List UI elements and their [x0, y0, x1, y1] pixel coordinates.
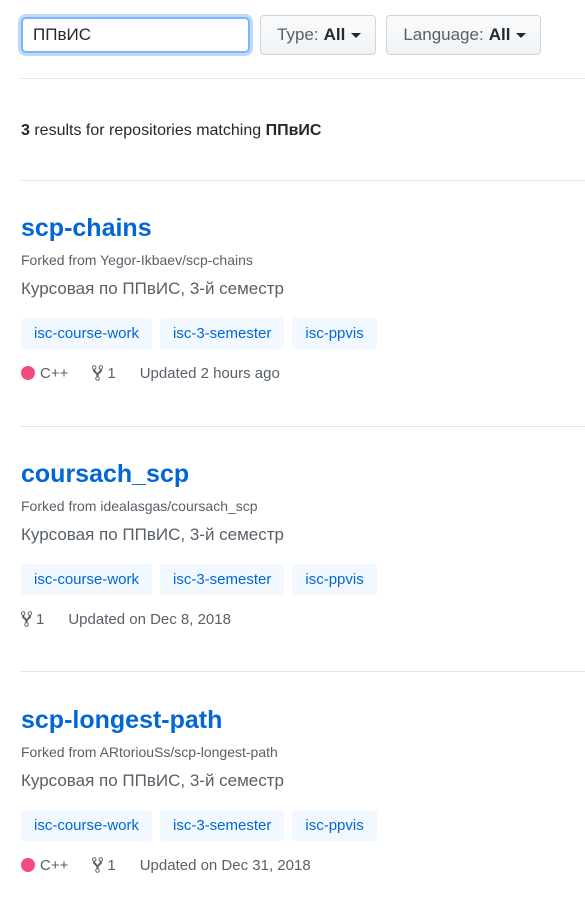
caret-down-icon: [516, 32, 527, 38]
repo-meta: C++ 1 Updated on Dec 31, 2018: [21, 855, 585, 875]
divider: [21, 78, 585, 79]
divider: [21, 671, 585, 672]
results-text: results for repositories matching: [29, 122, 266, 139]
forks-link[interactable]: 1: [21, 610, 44, 628]
forked-from: Forked from ARtoriouSs/scp-longest-path: [21, 743, 585, 761]
divider: [21, 180, 585, 181]
language-filter-label: Language:: [403, 25, 484, 44]
topic-tag[interactable]: isc-ppvis: [292, 564, 377, 595]
updated-time: Updated on Dec 8, 2018: [68, 610, 231, 628]
repo-item: scp-longest-path Forked from ARtoriouSs/…: [21, 705, 585, 875]
forked-from-link[interactable]: ARtoriouSs/scp-longest-path: [100, 744, 278, 760]
language-filter-dropdown[interactable]: Language: All: [386, 15, 542, 55]
search-input[interactable]: [21, 17, 250, 53]
forks-link[interactable]: 1: [92, 856, 116, 874]
forks-count: 1: [107, 856, 116, 874]
repo-name-link[interactable]: scp-chains: [21, 213, 585, 243]
repo-description: Курсовая по ППвИС, 3-й семестр: [21, 525, 285, 544]
forked-prefix: Forked from: [21, 498, 101, 514]
language-name: C++: [40, 364, 69, 382]
fork-icon: [21, 611, 32, 627]
search-toolbar: Type: All Language: All: [21, 15, 542, 55]
forked-prefix: Forked from: [21, 744, 100, 760]
forked-from: Forked from Yegor-Ikbaev/scp-chains: [21, 251, 585, 269]
topic-tag[interactable]: isc-course-work: [21, 318, 153, 349]
repo-language: C++: [21, 365, 68, 382]
topic-list: isc-course-work isc-3-semester isc-ppvis: [21, 318, 585, 349]
language-name: C++: [40, 856, 69, 874]
repo-name-link[interactable]: coursach_scp: [21, 459, 585, 489]
topic-tag[interactable]: isc-course-work: [21, 810, 153, 841]
updated-time: Updated on Dec 31, 2018: [139, 856, 311, 874]
forks-link[interactable]: 1: [92, 364, 116, 382]
type-filter-value: All: [323, 25, 346, 44]
updated-time: Updated 2 hours ago: [139, 364, 280, 382]
repo-name-link[interactable]: scp-longest-path: [21, 705, 585, 735]
forks-count: 1: [107, 364, 116, 382]
topic-list: isc-course-work isc-3-semester isc-ppvis: [21, 564, 585, 595]
forked-from-link[interactable]: Yegor-Ikbaev/scp-chains: [100, 252, 253, 268]
topic-tag[interactable]: isc-ppvis: [292, 810, 377, 841]
repo-item: scp-chains Forked from Yegor-Ikbaev/scp-…: [21, 213, 585, 383]
repo-language: C++: [21, 857, 68, 874]
repo-meta: 1 Updated on Dec 8, 2018: [21, 609, 585, 629]
type-filter-label: Type:: [277, 25, 319, 44]
language-color-dot: [21, 858, 35, 872]
fork-icon: [92, 857, 104, 873]
topic-tag[interactable]: isc-ppvis: [292, 318, 377, 349]
topic-list: isc-course-work isc-3-semester isc-ppvis: [21, 810, 585, 841]
forks-count: 1: [36, 610, 45, 628]
forked-from: Forked from idealasgas/coursach_scp: [21, 497, 585, 515]
forked-from-link[interactable]: idealasgas/coursach_scp: [100, 498, 257, 514]
repo-description: Курсовая по ППвИС, 3-й семестр: [21, 771, 285, 790]
results-summary: 3 results for repositories matching ППвИ…: [21, 122, 321, 140]
divider: [21, 426, 585, 427]
results-query: ППвИС: [265, 122, 322, 139]
topic-tag[interactable]: isc-3-semester: [160, 318, 285, 349]
language-filter-value: All: [488, 25, 511, 44]
topic-tag[interactable]: isc-3-semester: [160, 564, 285, 595]
caret-down-icon: [351, 32, 362, 38]
language-color-dot: [21, 366, 35, 380]
topic-tag[interactable]: isc-course-work: [21, 564, 153, 595]
type-filter-dropdown[interactable]: Type: All: [260, 15, 377, 55]
repo-description: Курсовая по ППвИС, 3-й семестр: [21, 279, 285, 298]
repo-item: coursach_scp Forked from idealasgas/cour…: [21, 459, 585, 629]
repo-meta: C++ 1 Updated 2 hours ago: [21, 363, 585, 383]
topic-tag[interactable]: isc-3-semester: [160, 810, 285, 841]
fork-icon: [92, 365, 104, 381]
results-count: 3: [21, 122, 30, 139]
forked-prefix: Forked from: [21, 252, 101, 268]
